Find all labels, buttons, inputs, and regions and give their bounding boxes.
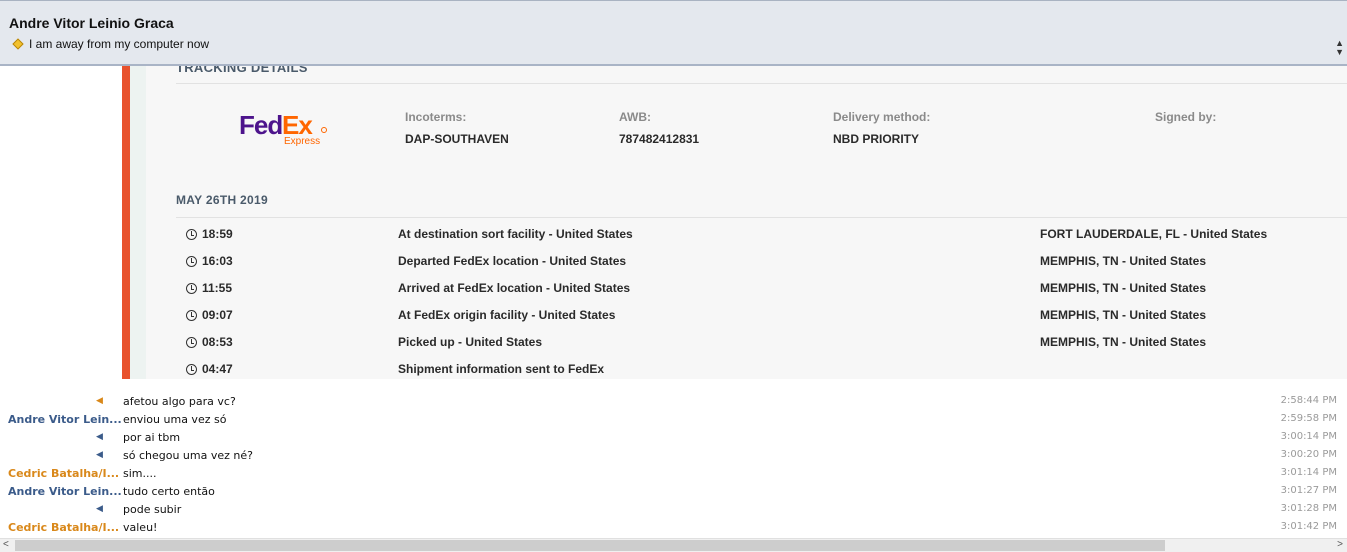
chat-message[interactable]: ◀ afetou algo para vc? 2:58:44 PM <box>0 393 1347 411</box>
message-text: afetou algo para vc? <box>123 395 236 408</box>
tracking-event-row: 11:55 Arrived at FedEx location - United… <box>176 276 1347 303</box>
signed-by-label: Signed by: <box>1155 110 1217 124</box>
incoterms-value: DAP-SOUTHAVEN <box>405 132 509 146</box>
chat-message[interactable]: Cedric Batalha/I... valeu! 3:01:42 PM <box>0 519 1347 537</box>
awb-value: 787482412831 <box>619 132 700 146</box>
tracking-event-row: 08:53 Picked up - United States MEMPHIS,… <box>176 330 1347 357</box>
message-sender: Andre Vitor Lein... <box>8 413 122 426</box>
message-time: 3:01:14 PM <box>1280 467 1337 478</box>
chat-message[interactable]: Andre Vitor Lein... tudo certo então 3:0… <box>0 483 1347 501</box>
event-description: At destination sort facility - United St… <box>398 227 633 241</box>
fedex-logo-fed: Fed <box>239 110 283 140</box>
conversation-header: Andre Vitor Leinio Graca I am away from … <box>0 0 1347 66</box>
tracking-image: TRACKING DETAILS Fed Ex Express Incoterm… <box>0 66 1347 379</box>
message-text: sim.... <box>123 467 157 480</box>
tracking-event-row: 09:07 At FedEx origin facility - United … <box>176 303 1347 330</box>
tracking-event-row: 16:03 Departed FedEx location - United S… <box>176 249 1347 276</box>
chat-message[interactable]: ◀ por ai tbm 3:00:14 PM <box>0 429 1347 447</box>
incoterms-label: Incoterms: <box>405 110 467 124</box>
event-time: 16:03 <box>202 254 233 268</box>
tracking-event-row: 04:47 Shipment information sent to FedEx <box>176 357 1347 379</box>
message-text: valeu! <box>123 521 158 534</box>
contact-name[interactable]: Andre Vitor Leinio Graca <box>9 15 174 31</box>
clock-icon <box>186 256 197 267</box>
event-description: Shipment information sent to FedEx <box>398 362 605 376</box>
message-time: 3:01:28 PM <box>1280 503 1337 514</box>
event-time: 11:55 <box>202 281 233 295</box>
chat-transcript: ◀ afetou algo para vc? 2:58:44 PM Andre … <box>0 393 1347 537</box>
fedex-logo-sub: Express <box>284 136 321 147</box>
registered-mark-icon <box>321 127 327 133</box>
header-scroll-down-icon[interactable]: ▲ ▼ <box>1335 39 1344 57</box>
message-text: só chegou uma vez né? <box>123 449 253 462</box>
triangle-left-icon: ◀ <box>96 395 103 405</box>
away-status-icon <box>12 38 24 50</box>
message-sender: Andre Vitor Lein... <box>8 485 122 498</box>
divider <box>176 217 1347 218</box>
status-row: I am away from my computer now <box>12 37 210 51</box>
triangle-left-icon: ◀ <box>96 503 103 513</box>
clock-icon <box>186 310 197 321</box>
event-time: 09:07 <box>202 308 233 322</box>
message-time: 3:01:42 PM <box>1280 521 1337 532</box>
message-time: 2:59:58 PM <box>1280 413 1337 424</box>
clock-icon <box>186 229 197 240</box>
message-text: enviou uma vez só <box>123 413 227 426</box>
awb-label: AWB: <box>619 110 651 124</box>
scroll-right-icon[interactable]: > <box>1337 539 1343 550</box>
status-message: I am away from my computer now <box>29 37 210 51</box>
chat-message[interactable]: ◀ pode subir 3:01:28 PM <box>0 501 1347 519</box>
event-location: MEMPHIS, TN - United States <box>1040 335 1207 349</box>
delivery-method-label: Delivery method: <box>833 110 931 124</box>
triangle-left-icon: ◀ <box>96 431 103 441</box>
triangle-left-icon: ◀ <box>96 449 103 459</box>
scroll-left-icon[interactable]: < <box>3 539 9 550</box>
event-description: Picked up - United States <box>398 335 543 349</box>
message-time: 3:00:14 PM <box>1280 431 1337 442</box>
event-time: 08:53 <box>202 335 233 349</box>
message-time: 2:58:44 PM <box>1280 395 1337 406</box>
fedex-logo: Fed Ex Express <box>239 110 329 150</box>
divider <box>176 83 1347 84</box>
chat-message[interactable]: ◀ só chegou uma vez né? 3:00:20 PM <box>0 447 1347 465</box>
event-description: Arrived at FedEx location - United State… <box>398 281 631 295</box>
clock-icon <box>186 283 197 294</box>
clock-icon <box>186 364 197 375</box>
tracking-title: TRACKING DETAILS <box>176 66 308 75</box>
message-sender: Cedric Batalha/I... <box>8 521 120 534</box>
horizontal-scrollbar[interactable]: < > <box>0 538 1347 552</box>
scrollbar-thumb[interactable] <box>15 540 1165 551</box>
chat-message[interactable]: Andre Vitor Lein... enviou uma vez só 2:… <box>0 411 1347 429</box>
accent-bar <box>122 66 130 379</box>
event-time: 18:59 <box>202 227 233 241</box>
event-description: Departed FedEx location - United States <box>398 254 627 268</box>
message-time: 3:00:20 PM <box>1280 449 1337 460</box>
event-time: 04:47 <box>202 362 233 376</box>
message-sender: Cedric Batalha/I... <box>8 467 120 480</box>
message-text: pode subir <box>123 503 182 516</box>
accent-strip <box>130 66 146 379</box>
delivery-method-value: NBD PRIORITY <box>833 132 920 146</box>
event-location: FORT LAUDERDALE, FL - United States <box>1040 227 1268 241</box>
event-location: MEMPHIS, TN - United States <box>1040 308 1207 322</box>
event-description: At FedEx origin facility - United States <box>398 308 616 322</box>
event-location: MEMPHIS, TN - United States <box>1040 281 1207 295</box>
tracking-event-row: 18:59 At destination sort facility - Uni… <box>176 222 1347 249</box>
message-text: por ai tbm <box>123 431 181 444</box>
message-text: tudo certo então <box>123 485 215 498</box>
message-time: 3:01:27 PM <box>1280 485 1337 496</box>
clock-icon <box>186 337 197 348</box>
chat-message[interactable]: Cedric Batalha/I... sim.... 3:01:14 PM <box>0 465 1347 483</box>
date-heading: MAY 26TH 2019 <box>176 193 268 207</box>
event-location: MEMPHIS, TN - United States <box>1040 254 1207 268</box>
